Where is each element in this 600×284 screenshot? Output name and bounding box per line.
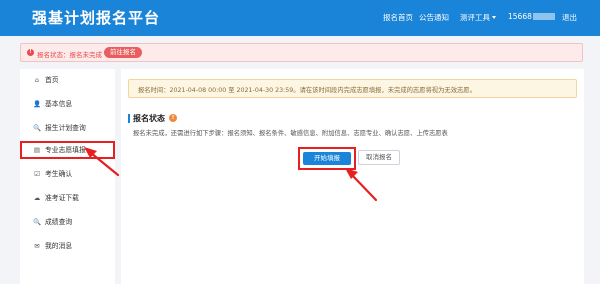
search-icon: 🔍 bbox=[33, 124, 42, 132]
cloud-download-icon: ☁ bbox=[33, 194, 41, 202]
sidebar-item-score-query[interactable]: 🔍 成绩查询 bbox=[20, 213, 115, 231]
status-text: 报名状态：报名未完成 bbox=[37, 51, 102, 59]
notice-text: 报名时间：2021-04-08 00:00 至 2021-04-30 23:59… bbox=[138, 87, 476, 94]
sidebar-item-label: 考生确认 bbox=[45, 170, 73, 178]
sidebar-item-label: 基本信息 bbox=[45, 100, 73, 108]
redacted-mask bbox=[532, 13, 555, 20]
sidebar: ⌂ 首页 👤 基本信息 🔍 报生计划查询 ▤ 专业志愿填报 ☑ 考生确认 ☁ 准… bbox=[20, 69, 115, 284]
main-panel: 报名时间：2021-04-08 00:00 至 2021-04-30 23:59… bbox=[121, 69, 584, 284]
user-phone-prefix: 15668 bbox=[508, 12, 532, 21]
sidebar-item-label: 报生计划查询 bbox=[45, 124, 86, 132]
message-icon: ✉ bbox=[34, 242, 40, 250]
sidebar-item-admission-ticket[interactable]: ☁ 准考证下载 bbox=[20, 189, 115, 207]
section-accent-bar bbox=[128, 114, 130, 123]
sidebar-item-label: 准考证下载 bbox=[45, 194, 79, 202]
cancel-registration-button[interactable]: 取消报名 bbox=[358, 150, 400, 165]
start-filling-button[interactable]: 开始填报 bbox=[303, 152, 351, 165]
sidebar-item-label: 我的消息 bbox=[45, 242, 73, 250]
user-icon: 👤 bbox=[33, 100, 42, 108]
status-description: 报名未完成，还需进行如下步骤：报名须知、报名条件、敏感信息、附加信息、志愿专业、… bbox=[133, 130, 448, 137]
sidebar-item-label: 专业志愿填报 bbox=[45, 146, 86, 154]
home-icon: ⌂ bbox=[34, 76, 40, 84]
site-title: 强基计划报名平台 bbox=[32, 9, 161, 27]
registration-time-notice: 报名时间：2021-04-08 00:00 至 2021-04-30 23:59… bbox=[128, 79, 577, 98]
nav-tools-dropdown[interactable]: 测评工具 bbox=[460, 12, 496, 23]
sidebar-item-label: 成绩查询 bbox=[45, 218, 73, 226]
alert-icon: ! bbox=[27, 49, 34, 56]
logout-link[interactable]: 退出 bbox=[562, 12, 577, 23]
section-title: 报名状态 bbox=[133, 114, 165, 123]
sidebar-item-major-application[interactable]: ▤ 专业志愿填报 bbox=[20, 141, 115, 159]
chevron-down-icon bbox=[492, 16, 496, 19]
search-icon: 🔍 bbox=[33, 218, 42, 226]
registration-status-bar: ! 报名状态：报名未完成 前往报名 bbox=[20, 43, 583, 62]
sidebar-item-messages[interactable]: ✉ 我的消息 bbox=[20, 237, 115, 255]
form-icon: ▤ bbox=[33, 146, 41, 154]
sidebar-item-basic-info[interactable]: 👤 基本信息 bbox=[20, 95, 115, 113]
top-header: 强基计划报名平台 报名首页 公告通知 测评工具 15668 退出 bbox=[0, 0, 600, 36]
sidebar-item-confirm[interactable]: ☑ 考生确认 bbox=[20, 165, 115, 183]
nav-home-link[interactable]: 报名首页 bbox=[383, 12, 413, 23]
nav-user-account[interactable]: 15668 bbox=[508, 12, 555, 21]
sidebar-item-plan-query[interactable]: 🔍 报生计划查询 bbox=[20, 119, 115, 137]
checkbox-icon: ☑ bbox=[34, 170, 40, 178]
start-button-highlight: 开始填报 bbox=[298, 147, 356, 170]
go-register-button[interactable]: 前往报名 bbox=[104, 47, 142, 58]
info-badge-icon: ! bbox=[169, 114, 177, 122]
nav-tools-label: 测评工具 bbox=[460, 13, 490, 22]
nav-notice-link[interactable]: 公告通知 bbox=[419, 12, 449, 23]
sidebar-item-home[interactable]: ⌂ 首页 bbox=[20, 71, 115, 89]
sidebar-item-label: 首页 bbox=[45, 76, 59, 84]
